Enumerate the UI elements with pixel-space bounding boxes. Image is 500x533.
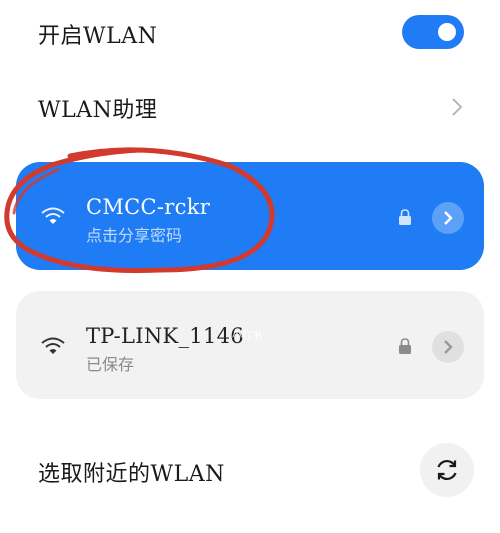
network-name: TP-LINK_1146 — [86, 324, 244, 348]
wlan-toggle-switch[interactable] — [402, 15, 464, 49]
wifi-icon — [41, 207, 65, 224]
lock-icon — [399, 209, 411, 225]
refresh-button[interactable] — [420, 443, 474, 497]
network-subtitle: 已保存 — [86, 355, 135, 374]
watermark-text: 小红书 — [232, 331, 262, 342]
network-card-saved[interactable]: TP-LINK_1146 已保存 — [16, 291, 484, 399]
network-name: CMCC-rckr — [86, 195, 211, 219]
chevron-right-icon — [444, 340, 453, 354]
chevron-right-icon — [444, 211, 453, 225]
wifi-icon — [41, 337, 65, 354]
wlan-assistant-label[interactable]: WLAN助理 — [38, 92, 157, 124]
refresh-icon — [437, 459, 457, 481]
toggle-knob — [438, 23, 456, 41]
network-details-button[interactable] — [432, 331, 464, 363]
nearby-wlan-label: 选取附近的WLAN — [38, 462, 225, 487]
network-subtitle: 点击分享密码 — [86, 226, 183, 245]
wlan-toggle-label: 开启WLAN — [38, 24, 158, 49]
network-card-connected[interactable]: CMCC-rckr 点击分享密码 — [16, 162, 484, 270]
lock-icon — [399, 338, 411, 354]
chevron-right-icon[interactable] — [448, 96, 466, 118]
wlan-settings-page: 开启WLAN WLAN助理 CMCC-rckr 点击分享密码 TP-LINK_1… — [0, 0, 500, 533]
network-details-button[interactable] — [432, 202, 464, 234]
